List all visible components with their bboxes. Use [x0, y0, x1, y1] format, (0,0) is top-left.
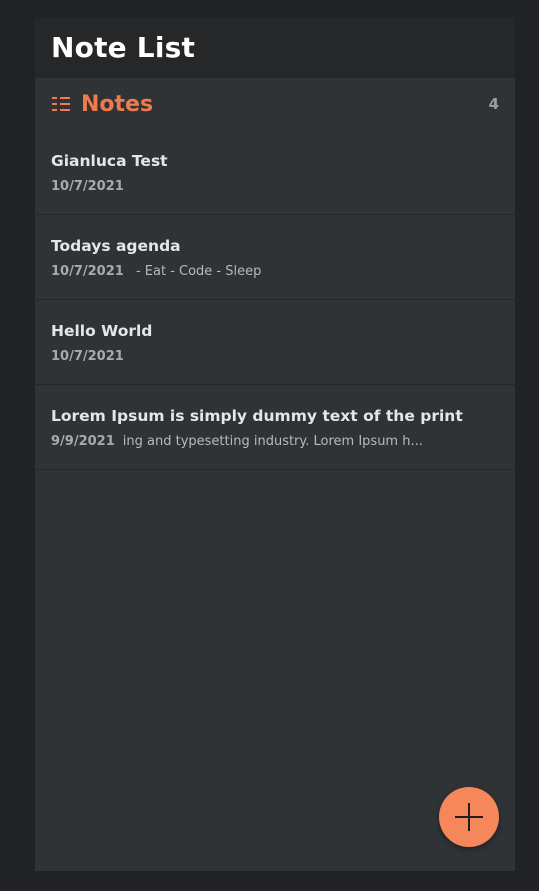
note-date: 10/7/2021 — [51, 349, 124, 364]
note-title: Hello World — [51, 322, 153, 340]
note-list-panel: Note List Notes 4 Gianluca Test 10/7/202… — [35, 18, 515, 871]
page-title: Note List — [51, 31, 196, 64]
note-item[interactable]: Gianluca Test 10/7/2021 — [35, 130, 515, 215]
note-preview: - Eat - Code - Sleep — [131, 264, 262, 279]
section-title: Notes — [81, 91, 154, 117]
note-meta: 10/7/2021 - Eat - Code - Sleep — [51, 264, 499, 279]
note-item[interactable]: Lorem Ipsum is simply dummy text of the … — [35, 385, 515, 470]
note-title: Lorem Ipsum is simply dummy text of the … — [51, 407, 463, 425]
note-title: Gianluca Test — [51, 152, 168, 170]
note-item[interactable]: Todays agenda 10/7/2021 - Eat - Code - S… — [35, 215, 515, 300]
list-icon — [51, 95, 71, 113]
notes-section-header: Notes 4 — [35, 80, 515, 128]
note-title: Todays agenda — [51, 237, 181, 255]
note-preview: ing and typesetting industry. Lorem Ipsu… — [122, 434, 423, 449]
note-meta: 10/7/2021 — [51, 349, 499, 364]
notes-list: Gianluca Test 10/7/2021 Todays agenda 10… — [35, 130, 515, 470]
plus-icon — [453, 801, 485, 833]
note-date: 10/7/2021 — [51, 179, 124, 194]
note-count-badge: 4 — [488, 95, 499, 113]
note-date: 10/7/2021 — [51, 264, 124, 279]
note-date: 9/9/2021 — [51, 434, 115, 449]
app-header: Note List — [35, 18, 515, 78]
add-note-button[interactable] — [439, 787, 499, 847]
note-meta: 9/9/2021 ing and typesetting industry. Lo… — [51, 434, 499, 449]
note-meta: 10/7/2021 — [51, 179, 499, 194]
note-item[interactable]: Hello World 10/7/2021 — [35, 300, 515, 385]
